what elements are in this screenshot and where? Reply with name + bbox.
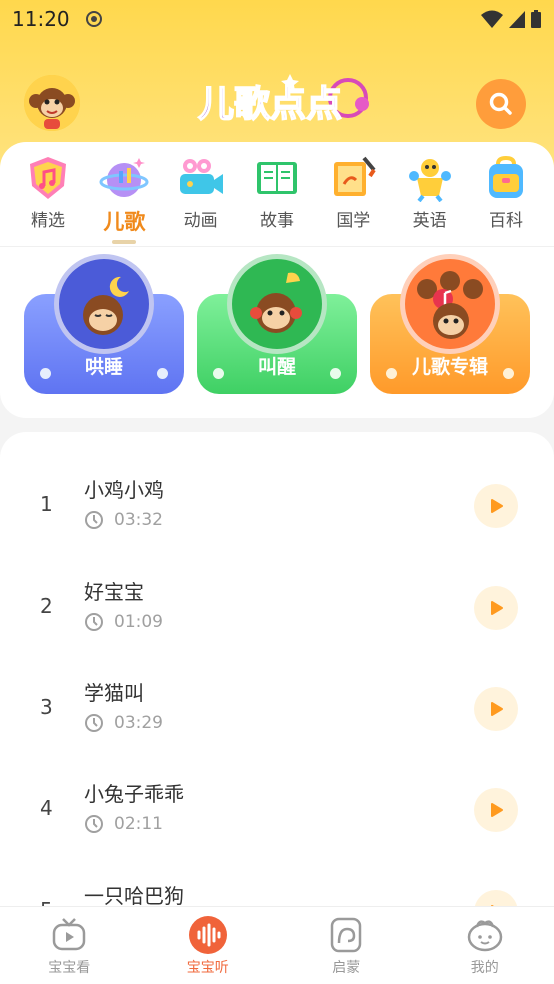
sound-wave-icon (188, 915, 227, 954)
play-button[interactable] (474, 484, 518, 528)
status-time: 11:20 (12, 7, 70, 31)
app-logo: 儿歌点点 (190, 60, 380, 144)
open-book-icon (256, 162, 297, 194)
duration-text: 03:29 (114, 713, 163, 733)
song-list: 1 小鸡小鸡 03:32 2 好宝宝 01:09 3 学猫叫 03:29 4 小… (0, 432, 554, 984)
avatar[interactable] (24, 75, 80, 131)
monkey-avatar-icon (24, 75, 80, 131)
clock-icon (85, 714, 103, 732)
song-row[interactable]: 4 小兔子乖乖 02:11 (0, 758, 554, 858)
tab-donghua[interactable]: 动画 (165, 154, 237, 246)
tab-erge[interactable]: 儿歌 (88, 154, 160, 246)
song-duration: 01:09 (84, 612, 163, 632)
shortcut-album[interactable]: 儿歌专辑 (370, 254, 530, 404)
song-row[interactable]: 3 学猫叫 03:29 (0, 657, 554, 757)
song-duration: 02:11 (84, 814, 163, 834)
tab-label: 国学 (336, 211, 371, 231)
shortcut-sleep[interactable]: 哄睡 (24, 254, 184, 404)
nav-qimeng[interactable]: 启蒙 (286, 915, 406, 977)
cartoon-figure-icon (408, 159, 451, 202)
clock-icon (85, 613, 103, 631)
tab-label: 精选 (31, 211, 65, 231)
search-icon (489, 92, 512, 115)
svg-text:儿歌点点: 儿歌点点 (198, 84, 342, 125)
song-number: 4 (40, 796, 53, 820)
nav-label: 我的 (470, 959, 499, 976)
song-title: 小鸡小鸡 (84, 478, 164, 502)
shortcut-wake[interactable]: 叫醒 (197, 254, 357, 404)
search-button[interactable] (476, 79, 526, 129)
song-number: 2 (40, 594, 53, 618)
decor-dot (157, 368, 168, 379)
song-row[interactable]: 1 小鸡小鸡 03:32 (0, 454, 554, 554)
play-button[interactable] (474, 687, 518, 731)
active-tab-indicator (112, 240, 137, 244)
shortcut-row: 哄睡 叫醒 儿歌专辑 (0, 254, 554, 404)
tab-jingxuan[interactable]: 精选 (12, 154, 84, 246)
battery-icon (531, 10, 541, 28)
nav-label: 宝宝看 (48, 959, 91, 976)
play-icon (491, 803, 503, 817)
category-card: 精选 儿歌 动画 故事 国学 英语 百科 哄睡 叫醒 儿歌专辑 (0, 142, 554, 418)
play-icon (491, 601, 503, 615)
song-duration: 03:29 (84, 713, 163, 733)
category-tabs: 精选 儿歌 动画 故事 国学 英语 百科 (0, 154, 554, 246)
tab-label: 百科 (488, 211, 523, 231)
nav-baobaoting[interactable]: 宝宝听 (148, 915, 268, 977)
play-icon (491, 702, 503, 716)
song-title: 一只哈巴狗 (84, 884, 184, 908)
divider (0, 246, 554, 247)
backpack-icon (488, 155, 523, 198)
music-note-badge-icon (30, 157, 66, 199)
scroll-brush-icon (334, 156, 376, 196)
baby-face-icon (467, 919, 502, 951)
play-button[interactable] (474, 788, 518, 832)
tab-label: 儿歌 (103, 210, 146, 234)
sleep-monkey-icon (54, 254, 154, 354)
enlightenment-icon (331, 917, 362, 952)
tab-guoxue[interactable]: 国学 (317, 154, 389, 246)
tab-label: 故事 (259, 211, 294, 231)
decor-dot (386, 368, 397, 379)
tv-icon (53, 917, 86, 950)
nav-baobaokan[interactable]: 宝宝看 (9, 915, 129, 977)
tab-yingyu[interactable]: 英语 (394, 154, 466, 246)
system-notification-icon (85, 11, 102, 27)
song-number: 1 (40, 492, 53, 516)
clock-icon (85, 511, 103, 529)
duration-text: 02:11 (114, 814, 163, 834)
clock-icon (85, 815, 103, 833)
play-icon (491, 499, 503, 513)
app-header: 儿歌点点 (0, 60, 554, 144)
signal-icon (509, 11, 525, 28)
album-monkeys-icon (400, 254, 500, 354)
tab-gushi[interactable]: 故事 (241, 154, 313, 246)
duration-text: 03:32 (114, 510, 163, 530)
nav-wode[interactable]: 我的 (425, 915, 545, 977)
tab-label: 英语 (412, 211, 447, 231)
tab-label: 动画 (183, 211, 218, 231)
nav-label: 启蒙 (332, 959, 361, 976)
bottom-nav: 宝宝看 宝宝听 启蒙 我的 (0, 906, 554, 984)
song-title: 好宝宝 (84, 580, 144, 604)
song-title: 小兔子乖乖 (84, 782, 184, 806)
play-button[interactable] (474, 586, 518, 630)
decor-dot (213, 368, 224, 379)
decor-dot (330, 368, 341, 379)
video-camera-icon (179, 159, 223, 194)
wifi-icon (481, 10, 503, 28)
song-number: 3 (40, 695, 53, 719)
song-duration: 03:32 (84, 510, 163, 530)
duration-text: 01:09 (114, 612, 163, 632)
status-bar: 11:20 (0, 0, 554, 38)
wake-monkey-icon (227, 254, 327, 354)
decor-dot (40, 368, 51, 379)
music-planet-icon (99, 158, 149, 197)
song-row[interactable]: 2 好宝宝 01:09 (0, 556, 554, 656)
song-title: 学猫叫 (84, 681, 144, 705)
decor-dot (503, 368, 514, 379)
tab-baike[interactable]: 百科 (470, 154, 542, 246)
nav-label: 宝宝听 (186, 959, 229, 976)
